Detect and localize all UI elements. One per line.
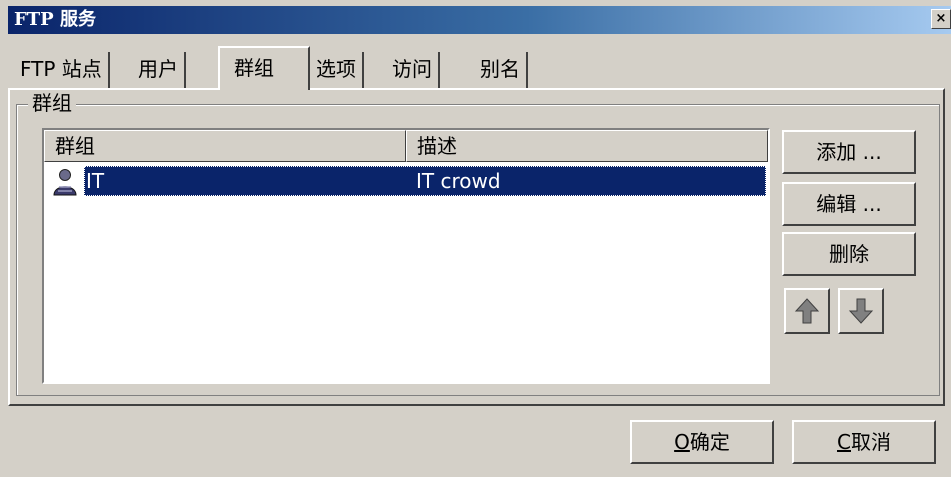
delete-button[interactable]: 删除 [782,232,916,276]
ok-button[interactable]: O确定 [630,420,774,464]
tab-alias[interactable]: 别名 [474,52,528,88]
tab-label: 用户 [138,57,178,81]
arrow-down-icon [848,298,874,324]
close-icon: × [935,11,947,26]
column-header-description[interactable]: 描述 [406,130,768,162]
window-title: FTP 服务 [14,9,96,30]
title-bar[interactable]: FTP 服务 × [8,6,951,34]
close-button[interactable]: × [931,9,951,29]
tab-label: 群组 [234,56,274,80]
edit-button[interactable]: 编辑 ... [782,182,916,226]
tab-label: FTP 站点 [20,57,102,81]
cancel-accelerator: C [837,430,851,454]
groups-list[interactable]: 群组 描述 IT IT crowd [42,128,770,384]
tab-label: 访问 [392,57,432,81]
move-up-button[interactable] [784,288,830,334]
tab-label: 选项 [316,57,356,81]
tab-users[interactable]: 用户 [132,52,186,88]
tab-label: 别名 [480,57,520,81]
column-header-group[interactable]: 群组 [44,130,406,162]
ftp-service-dialog: FTP 服务 × FTP 站点 用户 群组 选项 访问 别名 群组 群组 描述 [0,0,951,477]
group-description-cell: IT crowd [416,169,501,193]
cancel-button[interactable]: C取消 [792,420,936,464]
tab-access[interactable]: 访问 [386,52,440,88]
cancel-button-label: 取消 [850,430,891,454]
ok-accelerator: O [674,430,690,454]
tab-options[interactable]: 选项 [310,52,364,88]
tab-ftp-site[interactable]: FTP 站点 [14,52,110,88]
table-row[interactable]: IT IT crowd [84,166,766,196]
group-name-cell: IT [86,169,105,193]
arrow-up-icon [794,298,820,324]
groupbox-legend: 群组 [28,90,76,116]
edit-button-label: 编辑 ... [816,192,882,216]
move-down-button[interactable] [838,288,884,334]
delete-button-label: 删除 [829,242,869,266]
ok-button-label: 确定 [689,430,730,454]
group-icon [53,169,77,196]
add-button-label: 添加 ... [816,140,882,164]
add-button[interactable]: 添加 ... [782,130,916,174]
tab-groups[interactable]: 群组 [218,46,310,90]
